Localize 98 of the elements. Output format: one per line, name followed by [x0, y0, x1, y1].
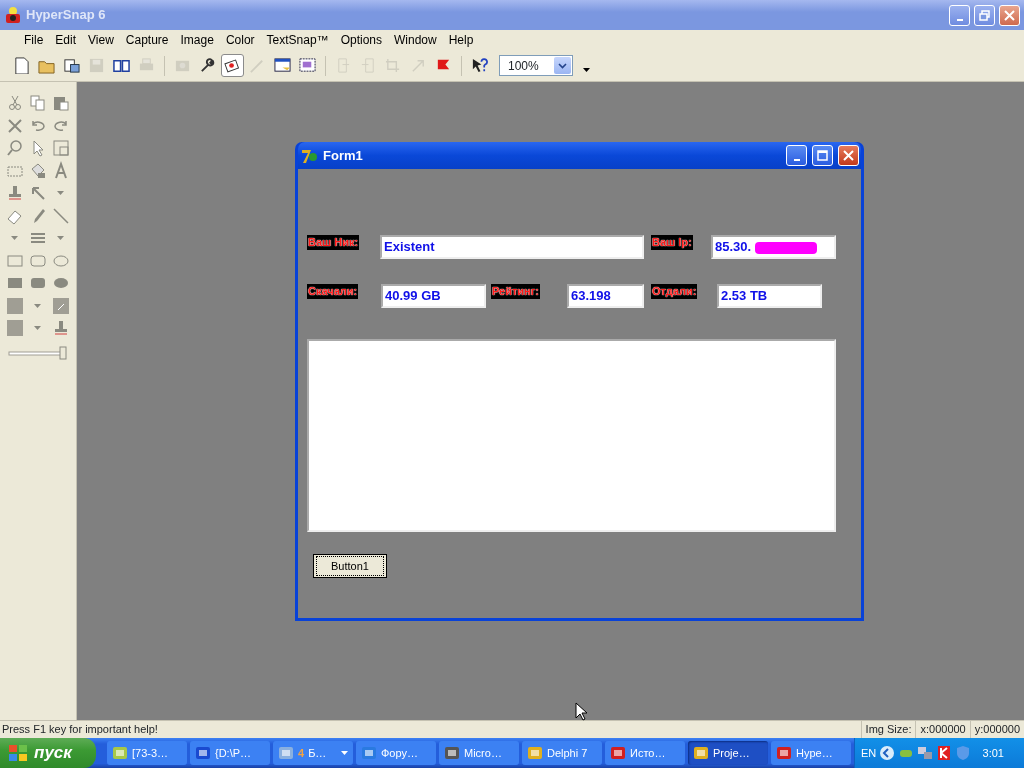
- minimize-icon: [956, 18, 963, 21]
- caret-icon: [57, 191, 64, 196]
- menu-item[interactable]: View: [82, 30, 120, 50]
- caret-icon: [11, 236, 18, 241]
- close-icon: [843, 150, 854, 161]
- text-field[interactable]: 63.198: [567, 284, 644, 308]
- minimize-button[interactable]: [786, 145, 807, 166]
- app-icon: [112, 745, 128, 761]
- field-label: Ваш Ник:: [307, 235, 360, 250]
- chevron-icon[interactable]: [583, 68, 590, 73]
- close-icon: [1004, 9, 1015, 21]
- app-icon: [278, 745, 294, 761]
- caret-icon: [34, 303, 41, 308]
- book-icon[interactable]: [113, 57, 130, 74]
- color-swatch-icon: [4, 295, 25, 316]
- maximize-button[interactable]: [812, 145, 833, 166]
- close-button[interactable]: [999, 4, 1020, 26]
- menu-item[interactable]: Help: [442, 30, 480, 50]
- taskbar-button[interactable]: 4 Б…: [273, 741, 353, 765]
- line-icon: [50, 205, 71, 226]
- text-field[interactable]: 85.30.: [711, 235, 836, 259]
- slider-thumb[interactable]: [59, 346, 67, 359]
- menu-item[interactable]: Image: [174, 30, 220, 50]
- mouse-cursor-icon: [575, 702, 587, 721]
- status-label: Img Size:: [860, 721, 916, 738]
- help-icon[interactable]: [471, 57, 488, 74]
- taskbar-button[interactable]: Delphi 7: [522, 741, 602, 765]
- document-icon[interactable]: [13, 57, 30, 74]
- field-label: Скачали:: [307, 284, 359, 299]
- caret-icon: [57, 236, 64, 241]
- slider[interactable]: [8, 345, 68, 362]
- status-value: x:000000: [915, 721, 970, 738]
- network-icon: [917, 745, 934, 761]
- caret-icon: [34, 326, 41, 331]
- taskbar-button[interactable]: Исто…: [605, 741, 685, 765]
- maximize-icon: [817, 150, 828, 161]
- window-count: 4: [298, 745, 305, 761]
- menu-item[interactable]: File: [18, 30, 50, 50]
- taskbar-button[interactable]: Фору…: [356, 741, 436, 765]
- windows-flag-icon: [8, 744, 28, 762]
- task-label: Б…: [308, 745, 327, 761]
- language-indicator[interactable]: EN: [861, 744, 877, 762]
- task-label: Proje…: [713, 745, 750, 761]
- taskbar-button[interactable]: Micro…: [439, 741, 519, 765]
- menu-item[interactable]: Color: [219, 30, 261, 50]
- text-field[interactable]: Existent: [380, 235, 644, 259]
- restore-button[interactable]: [974, 4, 995, 26]
- caret-icon: [341, 751, 348, 755]
- status-message: Press F1 key for important help!: [1, 722, 159, 738]
- menu-item[interactable]: Capture: [119, 30, 175, 50]
- app-icon: [776, 745, 792, 761]
- field-label: Ваш Ip:: [651, 235, 693, 250]
- app-icon: [361, 745, 377, 761]
- taskbar-button[interactable]: {D:\P…: [190, 741, 270, 765]
- menu-item[interactable]: Edit: [49, 30, 83, 50]
- taskbar-button[interactable]: [73-3…: [107, 741, 187, 765]
- zoom-dropdown[interactable]: 100%: [499, 55, 573, 76]
- app-icon: [4, 6, 22, 24]
- taskbar-button[interactable]: Hype…: [771, 741, 851, 765]
- app-icon: [610, 745, 626, 761]
- memo-field[interactable]: [307, 339, 836, 532]
- task-label: Фору…: [381, 745, 418, 761]
- menu-item[interactable]: Options: [334, 30, 388, 50]
- shield-icon: [955, 745, 972, 761]
- app-icon: [527, 745, 543, 761]
- task-label: [73-3…: [132, 745, 169, 761]
- clock: 3:01: [982, 745, 1005, 761]
- field-label: Отдали:: [651, 284, 698, 299]
- menu-item[interactable]: Window: [388, 30, 443, 50]
- taskbar-button[interactable]: Proje…: [688, 741, 768, 765]
- copy-icon: [27, 93, 48, 114]
- start-button[interactable]: пуск: [0, 738, 96, 768]
- color-swatch-icon: [4, 318, 25, 339]
- frame-icon: [50, 138, 71, 159]
- menu-item[interactable]: TextSnap™: [260, 30, 335, 50]
- wrench-icon[interactable]: [199, 57, 216, 74]
- app-icon: [444, 745, 460, 761]
- text-field[interactable]: 2.53 TB: [717, 284, 822, 308]
- close-button[interactable]: [838, 145, 859, 166]
- field-label: Рейтинг:: [491, 284, 540, 299]
- status-value: y:000000: [969, 721, 1024, 738]
- region-icon[interactable]: [299, 57, 316, 74]
- task-label: Delphi 7: [547, 745, 588, 761]
- task-label: {D:\P…: [215, 745, 252, 761]
- app-icon: [195, 745, 211, 761]
- minimize-icon: [793, 159, 800, 161]
- minimize-button[interactable]: [949, 4, 970, 26]
- fill-swatch-icon: [50, 295, 71, 316]
- restore-icon: [979, 9, 990, 21]
- window-icon[interactable]: [274, 57, 291, 74]
- button[interactable]: Button1: [313, 554, 387, 578]
- task-label: Исто…: [630, 745, 666, 761]
- text-field[interactable]: 40.99 GB: [381, 284, 486, 308]
- app-icon: [693, 745, 709, 761]
- window-title: Form1: [323, 146, 364, 165]
- task-label: Hype…: [796, 745, 833, 761]
- window-title: HyperSnap 6: [26, 6, 107, 25]
- task-label: Micro…: [464, 745, 502, 761]
